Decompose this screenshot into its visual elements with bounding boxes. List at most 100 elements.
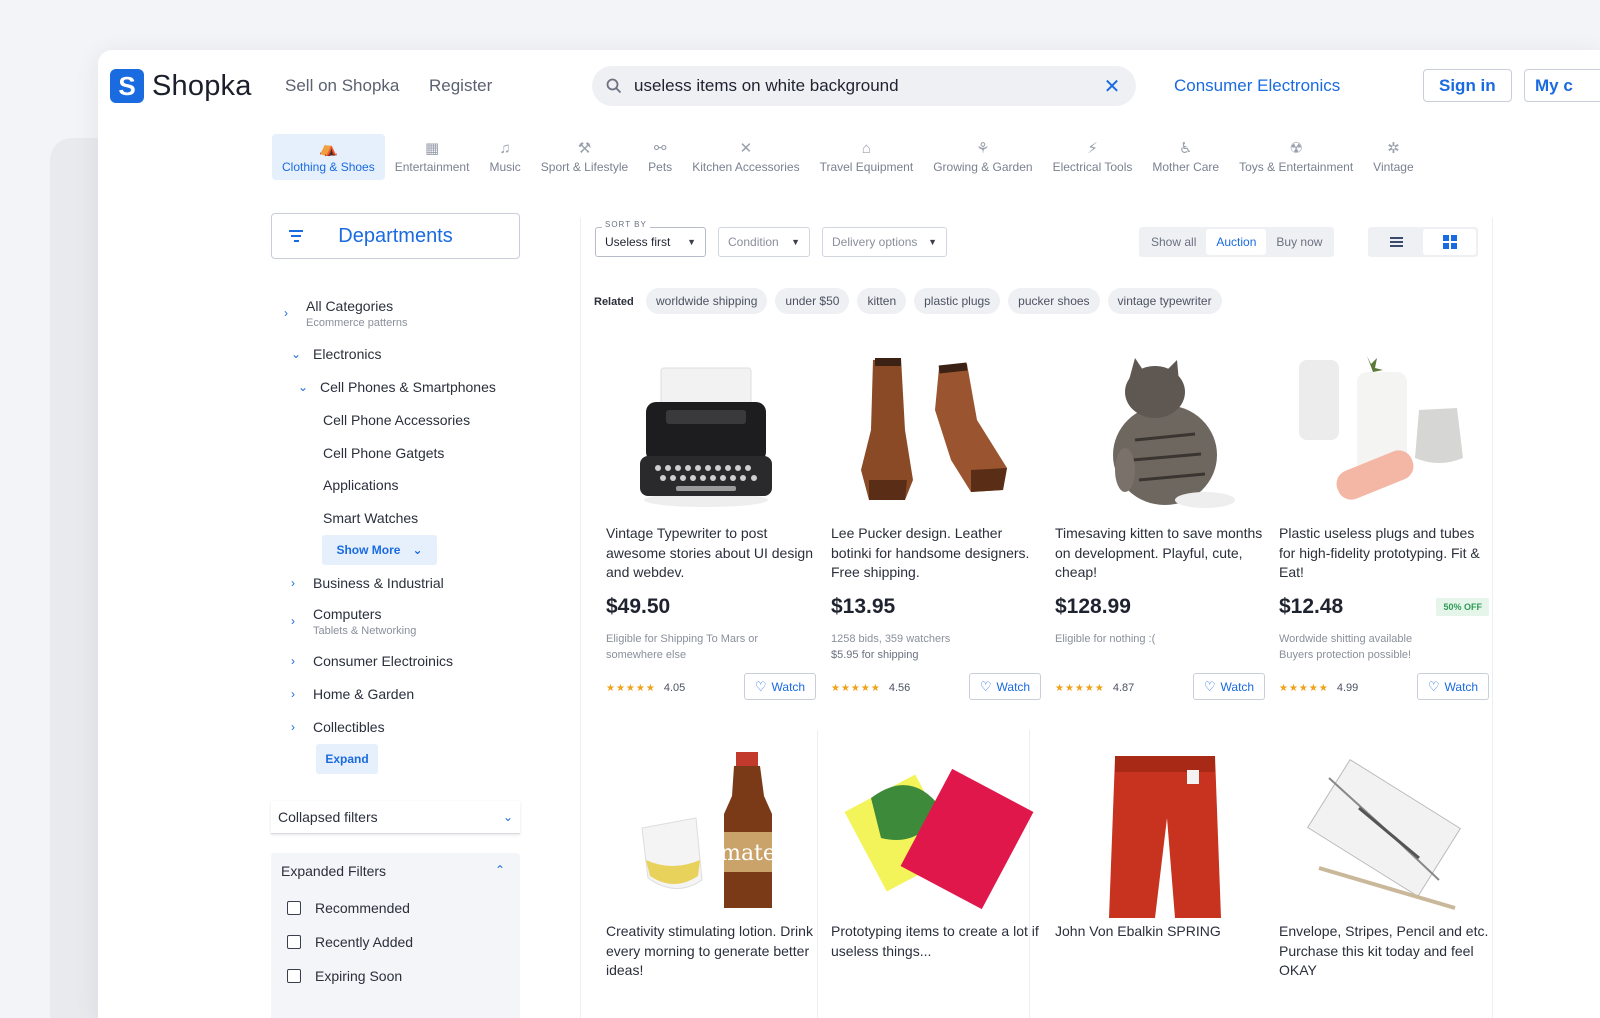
checkbox-box[interactable] (287, 935, 301, 949)
search-input[interactable] (634, 76, 1102, 96)
product-card[interactable]: Prototyping items to create a lot if use… (831, 748, 1041, 982)
category-tab[interactable]: ⚯ Pets (638, 134, 682, 180)
utensils-icon: ✕ (739, 140, 753, 157)
related-chip[interactable]: vintage typewriter (1107, 288, 1222, 314)
category-tab[interactable]: ⛺ Clothing & Shoes (272, 134, 385, 180)
checkbox-expiring-soon[interactable]: Expiring Soon (287, 968, 402, 984)
product-title[interactable]: Plastic useless plugs and tubes for high… (1279, 524, 1489, 584)
rating-stars: ★★★★★ (1055, 682, 1105, 694)
tree-cell-accessories[interactable]: Cell Phone Accessories (323, 412, 470, 428)
departments-button[interactable]: Departments (271, 213, 520, 259)
related-chips: worldwide shipping under $50 kitten plastic… (646, 288, 1222, 314)
condition-select[interactable]: Condition ▼ (718, 227, 810, 257)
checkbox-box[interactable] (287, 901, 301, 915)
category-label: Clothing & Shoes (282, 160, 375, 174)
category-label: Pets (648, 160, 673, 174)
product-card[interactable]: Lee Pucker design. Leather botinki for h… (831, 350, 1041, 700)
category-tab[interactable]: ⚘ Growing & Garden (923, 134, 1042, 180)
category-tab[interactable]: ⚒ Sport & Lifestyle (531, 134, 638, 180)
tree-electronics[interactable]: ⌄ Electronics (291, 346, 381, 362)
category-tab[interactable]: ⌂ Travel Equipment (810, 134, 924, 180)
show-more-label: Show More (336, 543, 401, 557)
category-tab[interactable]: ☢ Toys & Entertainment (1229, 134, 1363, 180)
product-image[interactable] (1055, 748, 1265, 918)
product-image[interactable] (1279, 350, 1489, 520)
expanded-filters-panel: Expanded Filters ⌃ Recommended Recently … (271, 853, 520, 1018)
expanded-filters-header[interactable]: Expanded Filters ⌃ (281, 863, 505, 879)
watch-button[interactable]: ♡ Watch (744, 673, 816, 700)
clear-search-icon[interactable]: ✕ (1102, 74, 1122, 99)
expand-button[interactable]: Expand (316, 744, 378, 774)
segment-show-all[interactable]: Show all (1141, 229, 1206, 255)
category-tab[interactable]: ♿ Mother Care (1142, 134, 1229, 180)
product-title[interactable]: Prototyping items to create a lot if use… (831, 922, 1041, 982)
tree-smart-watches[interactable]: Smart Watches (323, 510, 418, 526)
tree-business[interactable]: › Business & Industrial (291, 575, 444, 591)
tree-label: Applications (323, 477, 399, 493)
grid-view-button[interactable] (1423, 229, 1476, 255)
product-card[interactable]: John Von Ebalkin SPRING (1055, 748, 1265, 982)
sort-select[interactable]: SORT BY Useless first ▼ (595, 220, 706, 257)
watch-button[interactable]: ♡ Watch (1417, 673, 1489, 700)
product-card[interactable]: Plastic useless plugs and tubes for high… (1279, 350, 1489, 700)
product-image[interactable] (831, 748, 1041, 918)
show-more-button[interactable]: Show More ⌄ (322, 535, 437, 565)
category-tab[interactable]: ✕ Kitchen Accessories (682, 134, 809, 180)
related-chip[interactable]: under $50 (775, 288, 850, 314)
sell-link[interactable]: Sell on Shopka (285, 76, 399, 96)
product-image[interactable] (606, 350, 816, 520)
watch-button[interactable]: ♡ Watch (969, 673, 1041, 700)
product-image[interactable] (1055, 350, 1265, 520)
checkbox-recently-added[interactable]: Recently Added (287, 934, 413, 950)
related-chip[interactable]: kitten (857, 288, 907, 314)
product-card[interactable]: Envelope, Stripes, Pencil and etc. Purch… (1279, 748, 1489, 982)
heart-icon: ♡ (754, 678, 767, 694)
tree-cell-gadgets[interactable]: Cell Phone Gatgets (323, 445, 444, 461)
product-title[interactable]: Timesaving kitten to save months on deve… (1055, 524, 1265, 584)
product-image[interactable] (1279, 748, 1489, 918)
product-image[interactable]: mate (606, 748, 816, 918)
consumer-electronics-link[interactable]: Consumer Electronics (1174, 76, 1340, 96)
product-title[interactable]: Lee Pucker design. Leather botinki for h… (831, 524, 1041, 584)
tree-collectibles[interactable]: › Collectibles (291, 719, 385, 735)
related-chip[interactable]: pucker shoes (1008, 288, 1100, 314)
listing-type-segmented: Show all Auction Buy now (1139, 227, 1335, 257)
tree-label: Cell Phone Accessories (323, 412, 471, 428)
tree-all-categories[interactable]: › All Categories Ecommerce patterns (284, 298, 407, 329)
wheel-icon: ✲ (1387, 140, 1400, 157)
register-link[interactable]: Register (429, 76, 492, 96)
related-chip[interactable]: worldwide shipping (646, 288, 768, 314)
list-view-button[interactable] (1370, 229, 1423, 255)
bone-icon: ⚯ (653, 140, 667, 157)
checkbox-label: Recently Added (315, 934, 414, 950)
sort-value: Useless first (605, 235, 671, 249)
product-card[interactable]: mate Creativity stimulating lotion. Drink… (606, 748, 816, 982)
delivery-select[interactable]: Delivery options ▼ (822, 227, 947, 257)
category-tab[interactable]: ⚡ Electrical Tools (1043, 134, 1143, 180)
tree-cell-phones[interactable]: ⌄ Cell Phones & Smartphones (298, 379, 496, 395)
product-card[interactable]: Timesaving kitten to save months on deve… (1055, 350, 1265, 700)
product-title[interactable]: Envelope, Stripes, Pencil and etc. Purch… (1279, 922, 1489, 982)
checkbox-box[interactable] (287, 969, 301, 983)
tree-computers[interactable]: › Computers Tablets & Networking (291, 606, 416, 637)
my-account-button[interactable]: My c (1524, 69, 1600, 102)
watch-button[interactable]: ♡ Watch (1193, 673, 1265, 700)
logo[interactable]: S Shopka (110, 69, 252, 103)
category-tab[interactable]: ▦ Entertainment (385, 134, 480, 180)
category-tab[interactable]: ✲ Vintage (1363, 134, 1423, 180)
tree-applications[interactable]: Applications (323, 477, 399, 493)
sign-in-button[interactable]: Sign in (1423, 69, 1512, 102)
segment-buy-now[interactable]: Buy now (1266, 229, 1332, 255)
segment-auction[interactable]: Auction (1206, 229, 1267, 255)
category-tab[interactable]: ♫ Music (479, 134, 530, 180)
product-title[interactable]: John Von Ebalkin SPRING (1055, 922, 1265, 982)
checkbox-recommended[interactable]: Recommended (287, 900, 410, 916)
tree-home[interactable]: › Home & Garden (291, 686, 414, 702)
product-card[interactable]: Vintage Typewriter to post awesome stori… (606, 350, 816, 700)
tree-consumer[interactable]: › Consumer Electroinics (291, 653, 453, 669)
product-image[interactable] (831, 350, 1041, 520)
product-title[interactable]: Vintage Typewriter to post awesome stori… (606, 524, 816, 584)
related-chip[interactable]: plastic plugs (914, 288, 1001, 314)
product-title[interactable]: Creativity stimulating lotion. Drink eve… (606, 922, 816, 982)
collapsed-filters-toggle[interactable]: Collapsed filters ⌄ (271, 801, 520, 834)
